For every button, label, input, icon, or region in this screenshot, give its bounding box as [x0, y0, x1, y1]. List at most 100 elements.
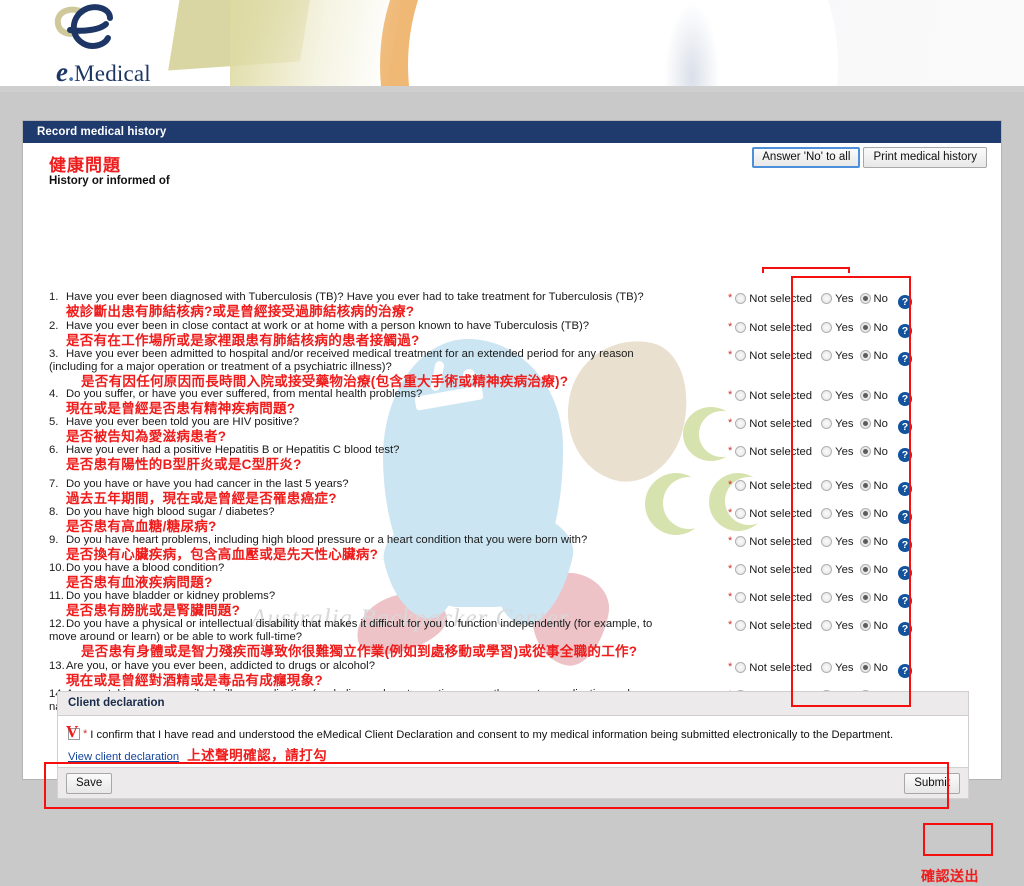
radio-no[interactable] [859, 293, 871, 304]
help-icon[interactable]: ? [897, 622, 912, 636]
radio-not-selected[interactable] [735, 390, 747, 401]
radio-no[interactable] [859, 390, 871, 401]
question-text-en-line1: Have you ever been told you are HIV posi… [66, 416, 299, 428]
help-icon[interactable]: ? [897, 352, 912, 366]
radio-not-selected[interactable] [735, 564, 747, 575]
radio-yes[interactable] [821, 620, 833, 631]
radio-yes[interactable] [821, 322, 833, 333]
radio-label-no: No [873, 446, 888, 458]
help-icon[interactable]: ? [897, 420, 912, 434]
radio-yes[interactable] [821, 662, 833, 673]
radio-yes[interactable] [821, 293, 833, 304]
radio-no[interactable] [859, 508, 871, 519]
radio-yes[interactable] [821, 480, 833, 491]
radio-not-selected[interactable] [735, 662, 747, 673]
radio-yes[interactable] [821, 418, 833, 429]
radio-no[interactable] [859, 350, 871, 361]
help-icon[interactable]: ? [897, 664, 912, 678]
question-text-block: 7. Do you have or have you had cancer in … [49, 478, 714, 506]
radio-yes[interactable] [821, 508, 833, 519]
radio-not-selected[interactable] [735, 293, 747, 304]
radio-no[interactable] [859, 620, 871, 631]
radio-label-not-selected: Not selected [749, 508, 813, 520]
answer-group: * Not selected Yes No? [728, 535, 912, 552]
print-medical-history-button[interactable]: Print medical history [863, 147, 987, 168]
help-icon[interactable]: ? [897, 482, 912, 496]
save-button[interactable]: Save [66, 773, 113, 794]
radio-label-no: No [873, 508, 888, 520]
answer-group: * Not selected Yes No? [728, 292, 912, 309]
radio-no[interactable] [859, 418, 871, 429]
question-text-en-line1: Do you have heart problems, including hi… [66, 534, 588, 546]
radio-label-not-selected: Not selected [749, 592, 813, 604]
question-number: 13. [49, 660, 65, 672]
help-icon[interactable]: ? [897, 538, 912, 552]
view-client-declaration-link[interactable]: View client declaration [68, 751, 179, 763]
required-star: * [728, 591, 733, 603]
section-subheading: History or informed of [49, 175, 170, 187]
submit-button[interactable]: Submit [904, 773, 960, 794]
question-text-zh: 是否被告知為愛滋病患者? [66, 429, 227, 445]
help-icon[interactable]: ? [897, 295, 912, 309]
radio-not-selected[interactable] [735, 508, 747, 519]
annotation-box-submit [923, 823, 993, 856]
radio-yes[interactable] [821, 592, 833, 603]
radio-no[interactable] [859, 564, 871, 575]
record-medical-history-panel: Record medical history Australia Backpac… [22, 120, 1002, 799]
radio-not-selected[interactable] [735, 480, 747, 491]
radio-no[interactable] [859, 322, 871, 333]
banner-tan-fade [230, 0, 430, 92]
radio-label-no: No [873, 350, 888, 362]
radio-not-selected[interactable] [735, 350, 747, 361]
question-text-en-line2: (including for a major operation or trea… [49, 361, 392, 374]
help-icon[interactable]: ? [897, 510, 912, 524]
help-icon[interactable]: ? [897, 392, 912, 406]
question-text-zh: 是否患有膀胱或是腎臟問題? [66, 603, 241, 619]
question-text-zh: 是否患有血液疾病問題? [66, 575, 213, 591]
question-text-en: 7. Do you have or have you had cancer in … [49, 478, 714, 491]
question-number: 11. [49, 590, 64, 602]
help-icon[interactable]: ? [897, 324, 912, 338]
radio-no[interactable] [859, 592, 871, 603]
radio-not-selected[interactable] [735, 446, 747, 457]
radio-no[interactable] [859, 536, 871, 547]
heading-row: 健康問題 Answer 'No' to all Print medical hi… [35, 143, 989, 175]
radio-no[interactable] [859, 446, 871, 457]
help-icon[interactable]: ? [897, 566, 912, 580]
required-star: * [728, 349, 733, 361]
radio-not-selected[interactable] [735, 536, 747, 547]
radio-not-selected[interactable] [735, 592, 747, 603]
help-icon[interactable]: ? [897, 594, 912, 608]
radio-label-no: No [873, 418, 888, 430]
question-text-block: 5. Have you ever been told you are HIV po… [49, 416, 714, 444]
radio-yes[interactable] [821, 536, 833, 547]
radio-label-yes: Yes [835, 564, 854, 576]
question-text-en: 11. Do you have bladder or kidney problem… [49, 590, 714, 603]
radio-not-selected[interactable] [735, 418, 747, 429]
radio-yes[interactable] [821, 390, 833, 401]
radio-no[interactable] [859, 662, 871, 673]
radio-yes[interactable] [821, 350, 833, 361]
required-star: * [728, 417, 733, 429]
question-text-zh: 現在或是曾經對酒精或是毒品有成癮現象? [66, 673, 323, 689]
radio-not-selected[interactable] [735, 620, 747, 631]
radio-no[interactable] [859, 480, 871, 491]
question-number: 2. [49, 320, 59, 332]
form-action-bar: Save Submit [57, 767, 969, 799]
question-text-block: 10.Do you have a blood condition? 是否患有血液疾… [49, 562, 714, 590]
required-star: * [728, 292, 733, 304]
radio-label-yes: Yes [835, 620, 854, 632]
radio-yes[interactable] [821, 564, 833, 575]
question-text-block: 6. Have you ever had a positive Hepatitis… [49, 444, 714, 472]
question-text-block: 4. Do you suffer, or have you ever suffer… [49, 388, 714, 416]
radio-label-yes: Yes [835, 662, 854, 674]
question-text-zh: 是否換有心臟疾病，包含高血壓或是先天性心臟病? [66, 547, 379, 563]
question-text-en-line1: Do you suffer, or have you ever suffered… [66, 388, 423, 400]
answer-no-to-all-button[interactable]: Answer 'No' to all [752, 147, 861, 168]
radio-yes[interactable] [821, 446, 833, 457]
declaration-check-annotation-mark: V [66, 722, 79, 741]
help-icon[interactable]: ? [897, 448, 912, 462]
radio-not-selected[interactable] [735, 322, 747, 333]
question-number: 6. [49, 444, 59, 456]
question-text-zh: 是否有在工作場所或是家裡跟患有肺結核病的患者接觸過? [66, 333, 420, 349]
